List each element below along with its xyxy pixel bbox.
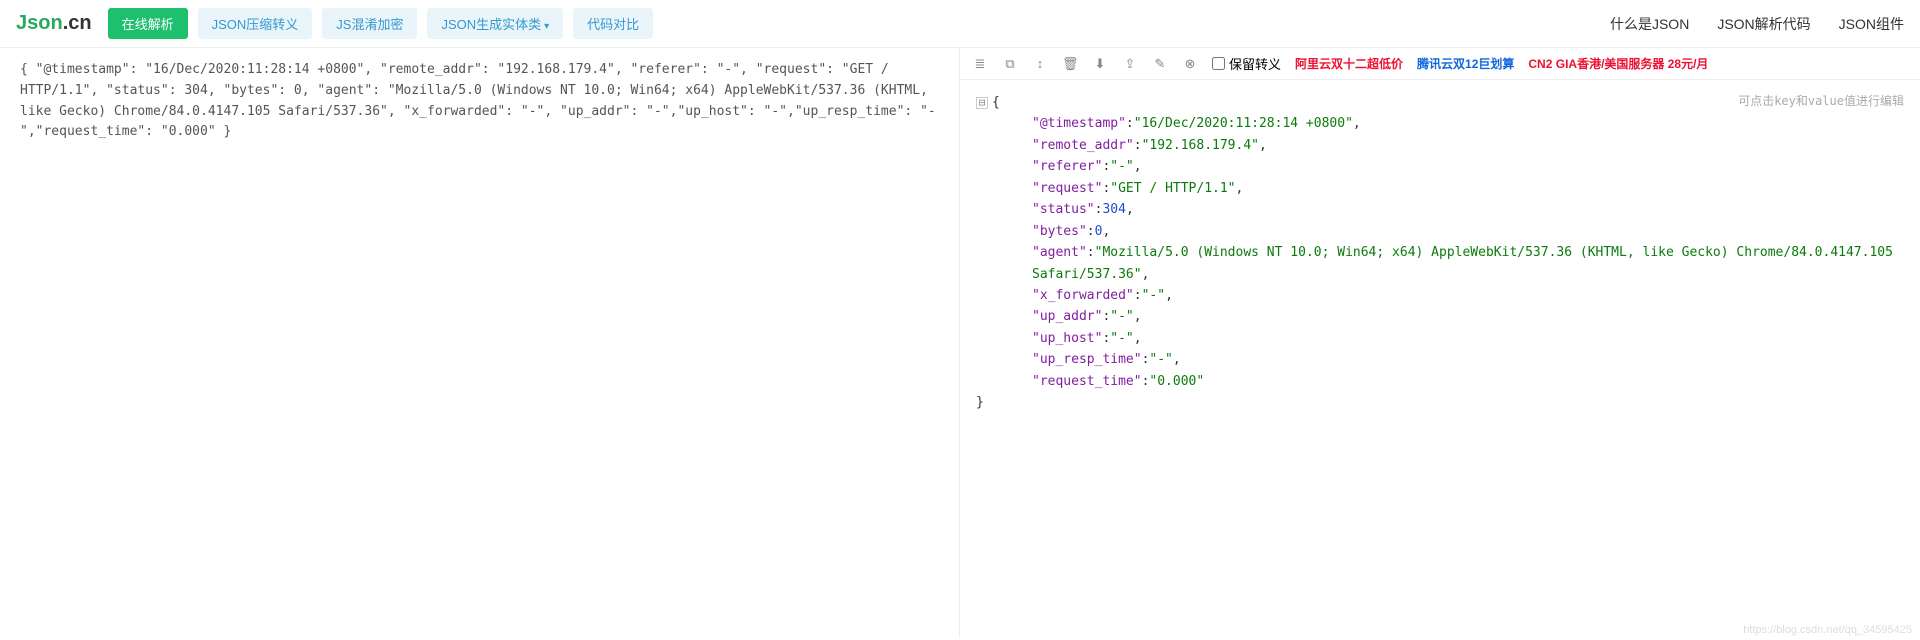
promo-aliyun[interactable]: 阿里云双十二超低价	[1295, 55, 1403, 72]
collapse-toggle-icon[interactable]: ⊟	[976, 97, 988, 109]
close-brace-line: }	[976, 392, 1904, 413]
nav-component[interactable]: JSON组件	[1839, 14, 1904, 34]
json-line: "request":"GET / HTTP/1.1",	[976, 178, 1904, 199]
json-comma: ,	[1259, 138, 1267, 153]
caret-down-icon: ▾	[544, 21, 549, 32]
open-brace: {	[992, 95, 1000, 110]
wand-icon[interactable]: ✎	[1152, 56, 1168, 72]
json-value[interactable]: "-"	[1142, 288, 1165, 303]
json-comma: ,	[1134, 331, 1142, 346]
keep-escape-label: 保留转义	[1229, 54, 1281, 73]
json-comma: ,	[1142, 267, 1150, 282]
json-line: "up_host":"-",	[976, 328, 1904, 349]
json-key[interactable]: "up_resp_time"	[1032, 352, 1142, 367]
json-key[interactable]: "up_host"	[1032, 331, 1102, 346]
json-colon: :	[1134, 288, 1142, 303]
obfuscate-button[interactable]: JS混淆加密	[322, 8, 417, 39]
database-icon[interactable]: ≣	[972, 56, 988, 72]
parse-button[interactable]: 在线解析	[108, 8, 188, 39]
json-key[interactable]: "request_time"	[1032, 374, 1142, 389]
share-icon[interactable]: ⇪	[1122, 56, 1138, 72]
json-colon: :	[1126, 116, 1134, 131]
entity-button-label: JSON生成实体类	[441, 17, 541, 32]
json-line: "agent":"Mozilla/5.0 (Windows NT 10.0; W…	[976, 242, 1904, 285]
trash-icon[interactable]: 🗑	[1062, 56, 1078, 72]
close-brace: }	[976, 395, 984, 410]
watermark: https://blog.csdn.net/qq_34595425	[1743, 624, 1912, 636]
json-comma: ,	[1165, 288, 1173, 303]
right-pane: ≣ ⧉ ↕ 🗑 ⬇ ⇪ ✎ ⊗ 保留转义 阿里云双十二超低价 腾讯云双12巨划算…	[960, 48, 1920, 638]
json-value[interactable]: "0.000"	[1149, 374, 1204, 389]
keep-escape-input[interactable]	[1212, 57, 1225, 70]
json-key[interactable]: "referer"	[1032, 159, 1102, 174]
json-key[interactable]: "agent"	[1032, 245, 1087, 260]
json-comma: ,	[1126, 202, 1134, 217]
json-value[interactable]: "-"	[1110, 309, 1133, 324]
json-colon: :	[1134, 138, 1142, 153]
json-comma: ,	[1353, 116, 1361, 131]
raw-json-input[interactable]: { "@timestamp": "16/Dec/2020:11:28:14 +0…	[0, 48, 960, 638]
json-line: "bytes":0,	[976, 221, 1904, 242]
sort-icon[interactable]: ↕	[1032, 56, 1048, 71]
json-value[interactable]: "GET / HTTP/1.1"	[1110, 181, 1235, 196]
json-line: "up_resp_time":"-",	[976, 349, 1904, 370]
nav-right: 什么是JSON JSON解析代码 JSON组件	[1610, 14, 1904, 34]
diff-button[interactable]: 代码对比	[573, 8, 653, 39]
main: { "@timestamp": "16/Dec/2020:11:28:14 +0…	[0, 48, 1920, 638]
entity-button[interactable]: JSON生成实体类▾	[427, 8, 563, 39]
json-value[interactable]: "-"	[1110, 331, 1133, 346]
json-value[interactable]: "Mozilla/5.0 (Windows NT 10.0; Win64; x6…	[1032, 245, 1893, 281]
header: Json.cn 在线解析 JSON压缩转义 JS混淆加密 JSON生成实体类▾ …	[0, 0, 1920, 48]
json-line: "status":304,	[976, 199, 1904, 220]
json-line: "@timestamp":"16/Dec/2020:11:28:14 +0800…	[976, 113, 1904, 134]
download-icon[interactable]: ⬇	[1092, 56, 1108, 72]
json-line: "remote_addr":"192.168.179.4",	[976, 135, 1904, 156]
json-tree-view[interactable]: 可点击key和value值进行编辑 ⊟{ "@timestamp":"16/De…	[960, 80, 1920, 638]
json-line: "up_addr":"-",	[976, 306, 1904, 327]
nav-what-is-json[interactable]: 什么是JSON	[1610, 14, 1689, 34]
json-key[interactable]: "bytes"	[1032, 224, 1087, 239]
json-comma: ,	[1134, 309, 1142, 324]
json-key[interactable]: "status"	[1032, 202, 1095, 217]
clear-icon[interactable]: ⊗	[1182, 56, 1198, 72]
json-body: "@timestamp":"16/Dec/2020:11:28:14 +0800…	[976, 113, 1904, 392]
compress-button[interactable]: JSON压缩转义	[198, 8, 313, 39]
json-key[interactable]: "@timestamp"	[1032, 116, 1126, 131]
json-key[interactable]: "x_forwarded"	[1032, 288, 1134, 303]
json-value[interactable]: "-"	[1149, 352, 1172, 367]
json-value[interactable]: "16/Dec/2020:11:28:14 +0800"	[1134, 116, 1353, 131]
json-line: "request_time":"0.000"	[976, 371, 1904, 392]
json-comma: ,	[1173, 352, 1181, 367]
json-colon: :	[1087, 245, 1095, 260]
json-value[interactable]: "192.168.179.4"	[1142, 138, 1259, 153]
logo-json: Json	[16, 12, 63, 34]
json-line: "referer":"-",	[976, 156, 1904, 177]
json-key[interactable]: "remote_addr"	[1032, 138, 1134, 153]
promo-cn2[interactable]: CN2 GIA香港/美国服务器 28元/月	[1528, 55, 1708, 72]
toolbar: ≣ ⧉ ↕ 🗑 ⬇ ⇪ ✎ ⊗ 保留转义 阿里云双十二超低价 腾讯云双12巨划算…	[960, 48, 1920, 80]
edit-hint: 可点击key和value值进行编辑	[1738, 92, 1904, 112]
nav-parse-code[interactable]: JSON解析代码	[1717, 14, 1810, 34]
json-value[interactable]: "-"	[1110, 159, 1133, 174]
json-comma: ,	[1134, 159, 1142, 174]
copy-icon[interactable]: ⧉	[1002, 56, 1018, 72]
json-line: "x_forwarded":"-",	[976, 285, 1904, 306]
logo[interactable]: Json.cn	[16, 12, 92, 35]
json-comma: ,	[1236, 181, 1244, 196]
json-colon: :	[1087, 224, 1095, 239]
keep-escape-checkbox[interactable]: 保留转义	[1212, 54, 1281, 73]
json-key[interactable]: "request"	[1032, 181, 1102, 196]
json-key[interactable]: "up_addr"	[1032, 309, 1102, 324]
json-comma: ,	[1102, 224, 1110, 239]
promo-tencent[interactable]: 腾讯云双12巨划算	[1417, 55, 1514, 72]
json-value[interactable]: 304	[1102, 202, 1125, 217]
logo-cn: cn	[68, 12, 91, 34]
